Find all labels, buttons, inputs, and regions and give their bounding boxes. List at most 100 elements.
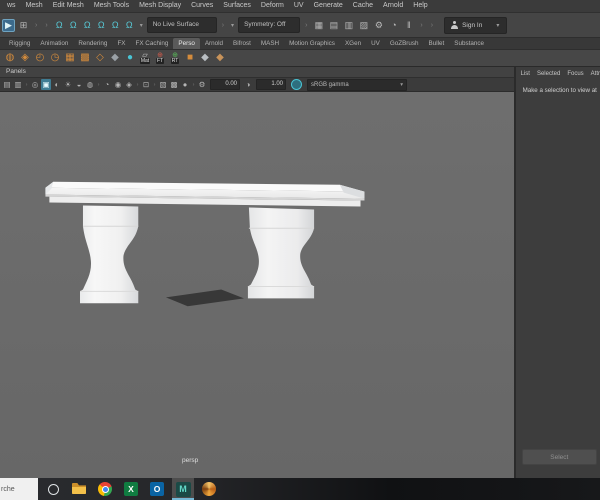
shelf-tab[interactable]: Motion Graphics [284, 38, 340, 49]
ramp-plane-icon[interactable]: ◆ [213, 51, 227, 65]
ground-shadow [165, 289, 244, 307]
menu-item[interactable]: Cache [348, 0, 378, 12]
multisampling-icon[interactable]: ◉ [113, 79, 123, 90]
snap-options-caret-icon[interactable]: ▾ [138, 22, 145, 29]
smooth-mesh-icon[interactable]: ◴ [33, 51, 47, 65]
shelf-tab[interactable]: FX [112, 38, 130, 49]
ambient-occlusion-icon[interactable]: ◍ [85, 79, 95, 90]
shadows-icon[interactable]: ◒ [74, 79, 84, 90]
camera-attrs-icon[interactable]: ▤ [2, 79, 12, 90]
taskbar-search-input[interactable]: rche [0, 478, 38, 500]
menu-item[interactable]: Mesh Display [134, 0, 186, 12]
shelf-tab[interactable]: GoZBrush [385, 38, 424, 49]
make-live-icon[interactable]: Ω [123, 19, 136, 32]
poly-cube-icon[interactable]: ■ [183, 51, 197, 65]
ipr-render-icon[interactable]: ▥ [342, 19, 355, 32]
menu-item[interactable]: Surfaces [218, 0, 256, 12]
snap-to-grid-icon[interactable]: Ω [53, 19, 66, 32]
poly-sphere-icon[interactable]: ◍ [3, 51, 17, 65]
subdiv-toggle-icon[interactable]: ◷ [48, 51, 62, 65]
quick-render-icon[interactable]: ▤ [327, 19, 340, 32]
shelf-tab[interactable]: Perso [173, 38, 200, 49]
exposure-icon[interactable]: ⚙ [197, 79, 207, 90]
gamma-icon[interactable]: ◑ [243, 79, 253, 90]
symmetry-field[interactable]: Symmetry: Off [238, 17, 301, 33]
quad-draw-icon[interactable]: ◇ [93, 51, 107, 65]
shelf-tab[interactable]: Rigging [4, 38, 35, 49]
gamma-field[interactable]: 1.00 [256, 79, 286, 90]
freeze-transform-icon[interactable]: ⊕ FT [153, 51, 167, 65]
snap-to-projected-center-icon[interactable]: Ω [95, 19, 108, 32]
bookmarks-icon[interactable]: ▥ [13, 79, 23, 90]
pause-viewport-icon[interactable]: ‖ [402, 19, 415, 32]
render-view-icon[interactable]: ▦ [312, 19, 325, 32]
shelf-tab[interactable]: Animation [35, 38, 73, 49]
shelf-tab[interactable]: Bifrost [228, 38, 256, 49]
ae-menu-item[interactable]: Attr [591, 69, 600, 79]
shelf-tab[interactable]: XGen [340, 38, 366, 49]
menu-item[interactable]: Curves [186, 0, 218, 12]
menu-item[interactable]: Help [408, 0, 432, 12]
grid-quads-icon[interactable]: ▦ [63, 51, 77, 65]
live-surface-field[interactable]: No Live Surface [146, 17, 217, 33]
shelf-tab[interactable]: UV [366, 38, 385, 49]
snap-to-curve-icon[interactable]: Ω [67, 19, 80, 32]
textured-mode-icon[interactable]: ◐ [52, 79, 62, 90]
reset-transform-icon[interactable]: ⊕ RT [168, 51, 182, 65]
snap-to-point-icon[interactable]: Ω [81, 19, 94, 32]
color-management-icon[interactable] [291, 79, 302, 90]
ae-menu-item[interactable]: Focus [567, 69, 583, 79]
panels-menu[interactable]: Panels [6, 67, 26, 77]
depth-of-field-icon[interactable]: ◈ [124, 79, 134, 90]
motion-blur-icon[interactable]: ◔ [102, 79, 112, 90]
material-editor-icon[interactable]: ▱ Mat [138, 51, 152, 65]
menu-item[interactable]: Mesh [21, 0, 48, 12]
image-plane-icon[interactable]: ◎ [30, 79, 40, 90]
shelf-tab[interactable]: Rendering [73, 38, 112, 49]
isolate-select-icon[interactable]: ⊡ [141, 79, 151, 90]
menu-item[interactable]: UV [289, 0, 309, 12]
snap-to-view-plane-icon[interactable]: Ω [109, 19, 122, 32]
menu-item[interactable]: ws [2, 0, 21, 12]
hypershade-icon[interactable]: ⚙ [372, 19, 385, 32]
file-explorer-icon[interactable] [68, 478, 90, 500]
menu-item[interactable]: Deform [256, 0, 289, 12]
cortana-icon[interactable] [42, 478, 64, 500]
sculpt-sphere-icon[interactable]: ● [123, 51, 137, 65]
menu-item[interactable]: Edit Mesh [48, 0, 89, 12]
poly-stack-icon[interactable]: ◈ [18, 51, 32, 65]
shelf-tab[interactable]: Bullet [424, 38, 450, 49]
chrome-icon[interactable] [94, 478, 116, 500]
sketchbook-icon[interactable] [198, 478, 220, 500]
symmetry-caret-icon[interactable]: ▾ [229, 22, 236, 29]
view-transform-dropdown[interactable]: sRGB gamma ▾ [307, 78, 407, 91]
outlook-icon[interactable]: O [146, 478, 168, 500]
excel-icon[interactable]: X [120, 478, 142, 500]
menu-item[interactable]: Mesh Tools [89, 0, 134, 12]
arnold-renderview-icon[interactable]: ◔ [387, 19, 400, 32]
maya-icon[interactable]: M [172, 478, 194, 500]
grid-cube-icon[interactable]: ▩ [78, 51, 92, 65]
menu-item[interactable]: Generate [309, 0, 348, 12]
viewport-3d-view[interactable]: persp [0, 92, 514, 478]
ground-plane-icon[interactable]: ◆ [198, 51, 212, 65]
component-mode-icon[interactable]: ⊞ [17, 19, 30, 32]
exposure-field[interactable]: 0.00 [210, 79, 240, 90]
menu-item[interactable]: Arnold [378, 0, 408, 12]
select-button[interactable]: Select [521, 449, 597, 465]
shelf-tab[interactable]: Arnold [200, 38, 228, 49]
shelf-tab[interactable]: MASH [256, 38, 284, 49]
select-tool-icon[interactable]: ▶ [2, 18, 15, 32]
ae-menu-item[interactable]: List [521, 69, 530, 79]
shelf-tab[interactable]: Substance [449, 38, 489, 49]
render-settings-icon[interactable]: ▨ [357, 19, 370, 32]
shaded-mode-icon[interactable]: ▣ [41, 79, 51, 90]
ae-menu-item[interactable]: Selected [537, 69, 560, 79]
shelf-tab[interactable]: FX Caching [130, 38, 173, 49]
flat-plane-icon[interactable]: ◆ [108, 51, 122, 65]
xray-icon[interactable]: ▧ [158, 79, 168, 90]
sign-in-dropdown[interactable]: Sign In ▾ [444, 16, 508, 34]
wireframe-on-shaded-icon[interactable]: ▩ [169, 79, 179, 90]
lighting-icon[interactable]: ☀ [63, 79, 73, 90]
default-material-icon[interactable]: ● [180, 79, 190, 90]
